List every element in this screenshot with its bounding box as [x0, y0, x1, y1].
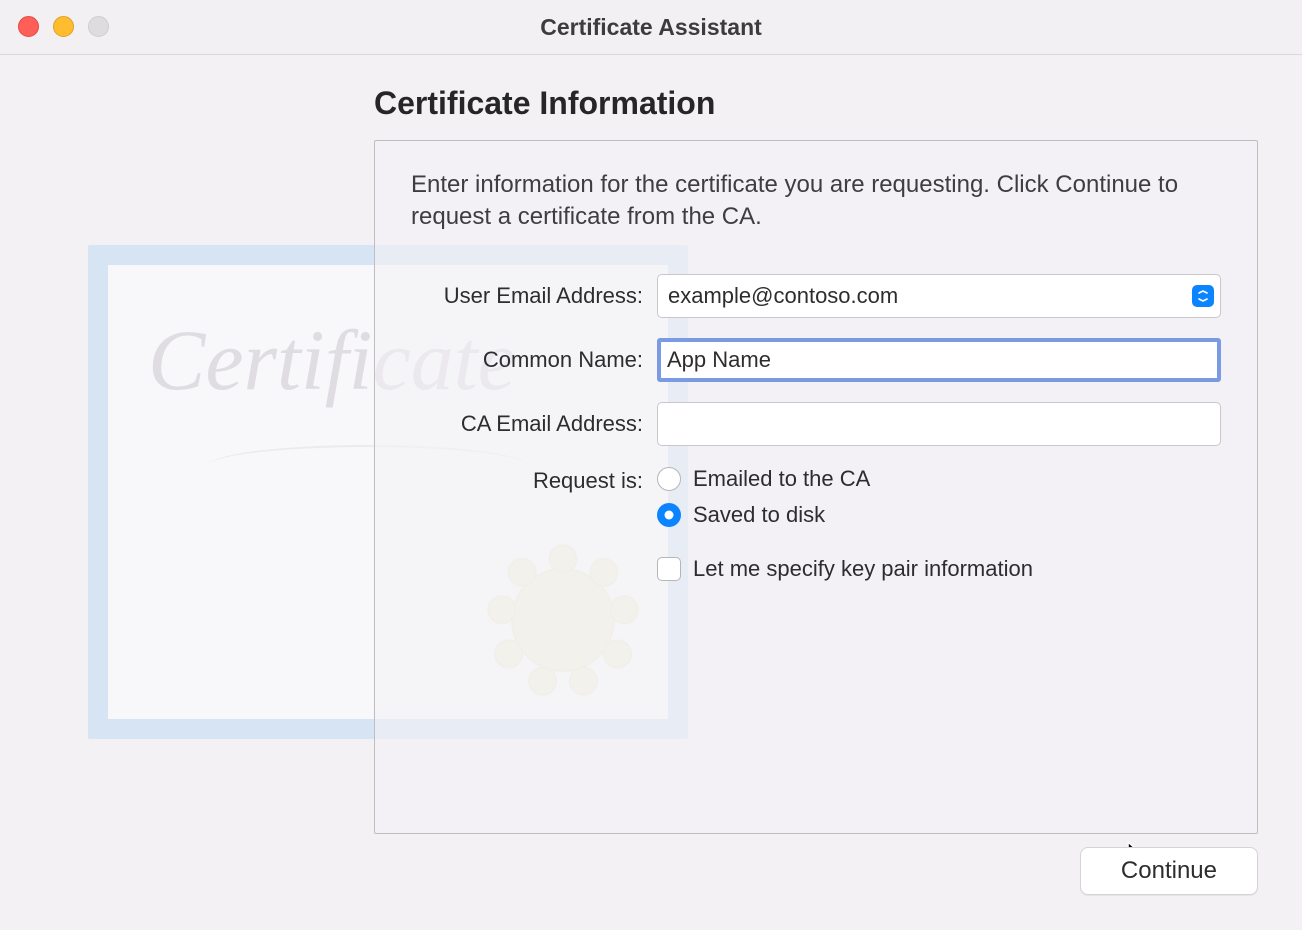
checkbox-specify-keypair[interactable]: Let me specify key pair information [657, 556, 1221, 582]
checkbox-indicator-icon [657, 557, 681, 581]
instructions-text: Enter information for the certificate yo… [411, 169, 1221, 234]
zoom-window-button[interactable] [88, 16, 109, 37]
window-title: Certificate Assistant [0, 0, 1302, 54]
checkbox-label-specify-keypair: Let me specify key pair information [693, 556, 1033, 582]
window-body: Certificate [0, 55, 1302, 930]
user-email-combo[interactable]: example@contoso.com [657, 274, 1221, 318]
radio-saved-to-disk[interactable]: Saved to disk [657, 502, 1221, 528]
label-ca-email: CA Email Address: [411, 411, 657, 437]
radio-emailed-to-ca[interactable]: Emailed to the CA [657, 466, 1221, 492]
row-common-name: Common Name: [411, 338, 1221, 382]
window-controls [18, 16, 109, 37]
radio-label-saved: Saved to disk [693, 502, 825, 528]
chevron-down-icon[interactable] [1192, 285, 1214, 307]
radio-indicator-icon [657, 503, 681, 527]
titlebar: Certificate Assistant [0, 0, 1302, 55]
page-heading: Certificate Information [374, 85, 715, 122]
label-user-email: User Email Address: [411, 283, 657, 309]
row-ca-email: CA Email Address: [411, 402, 1221, 446]
label-common-name: Common Name: [411, 347, 657, 373]
row-user-email: User Email Address: example@contoso.com [411, 274, 1221, 318]
minimize-window-button[interactable] [53, 16, 74, 37]
user-email-value: example@contoso.com [668, 283, 1192, 309]
continue-button[interactable]: Continue [1080, 847, 1258, 895]
close-window-button[interactable] [18, 16, 39, 37]
window: Certificate Assistant Certificate [0, 0, 1302, 930]
row-request-is: Request is: Emailed to the CA Saved to d… [411, 466, 1221, 582]
radio-indicator-icon [657, 467, 681, 491]
radio-label-emailed: Emailed to the CA [693, 466, 870, 492]
ca-email-input[interactable] [657, 402, 1221, 446]
form-panel: Enter information for the certificate yo… [374, 140, 1258, 834]
label-request-is: Request is: [411, 466, 657, 494]
common-name-input[interactable] [657, 338, 1221, 382]
